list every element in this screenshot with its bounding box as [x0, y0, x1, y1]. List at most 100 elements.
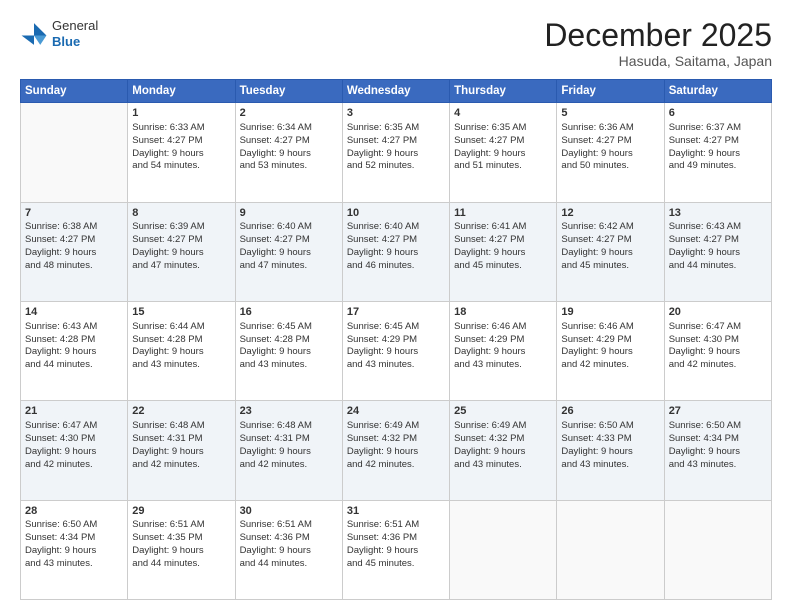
day-info: Daylight: 9 hours: [25, 247, 123, 260]
calendar-cell: 12Sunrise: 6:42 AMSunset: 4:27 PMDayligh…: [557, 202, 664, 301]
day-info: Sunrise: 6:38 AM: [25, 221, 123, 234]
day-info: and 43 minutes.: [669, 459, 767, 472]
col-saturday: Saturday: [664, 80, 771, 103]
day-info: Daylight: 9 hours: [132, 446, 230, 459]
day-number: 25: [454, 404, 552, 419]
day-info: and 47 minutes.: [240, 260, 338, 273]
day-info: Sunset: 4:30 PM: [669, 334, 767, 347]
calendar-cell: 25Sunrise: 6:49 AMSunset: 4:32 PMDayligh…: [450, 401, 557, 500]
header: General Blue December 2025 Hasuda, Saita…: [20, 18, 772, 69]
day-info: Sunrise: 6:50 AM: [669, 420, 767, 433]
day-number: 2: [240, 106, 338, 121]
day-info: Daylight: 9 hours: [347, 346, 445, 359]
calendar-cell: 9Sunrise: 6:40 AMSunset: 4:27 PMDaylight…: [235, 202, 342, 301]
day-info: Sunset: 4:32 PM: [454, 433, 552, 446]
day-number: 20: [669, 305, 767, 320]
day-info: Sunrise: 6:35 AM: [454, 122, 552, 135]
day-info: and 43 minutes.: [240, 359, 338, 372]
day-info: Sunrise: 6:47 AM: [25, 420, 123, 433]
calendar-cell: 11Sunrise: 6:41 AMSunset: 4:27 PMDayligh…: [450, 202, 557, 301]
day-info: Daylight: 9 hours: [132, 148, 230, 161]
day-info: Sunset: 4:27 PM: [454, 135, 552, 148]
day-info: Sunrise: 6:44 AM: [132, 321, 230, 334]
day-number: 21: [25, 404, 123, 419]
day-info: and 42 minutes.: [669, 359, 767, 372]
day-info: Sunset: 4:27 PM: [669, 234, 767, 247]
calendar-cell: 29Sunrise: 6:51 AMSunset: 4:35 PMDayligh…: [128, 500, 235, 599]
day-number: 26: [561, 404, 659, 419]
day-info: Daylight: 9 hours: [347, 545, 445, 558]
day-info: Sunset: 4:27 PM: [347, 135, 445, 148]
day-number: 6: [669, 106, 767, 121]
day-info: and 42 minutes.: [347, 459, 445, 472]
calendar-week-3: 14Sunrise: 6:43 AMSunset: 4:28 PMDayligh…: [21, 301, 772, 400]
day-info: Sunrise: 6:36 AM: [561, 122, 659, 135]
day-info: Sunset: 4:29 PM: [347, 334, 445, 347]
day-info: and 44 minutes.: [240, 558, 338, 571]
day-number: 31: [347, 504, 445, 519]
day-info: Daylight: 9 hours: [454, 446, 552, 459]
calendar-table: Sunday Monday Tuesday Wednesday Thursday…: [20, 79, 772, 600]
day-number: 15: [132, 305, 230, 320]
title-block: December 2025 Hasuda, Saitama, Japan: [544, 18, 772, 69]
day-info: Sunrise: 6:37 AM: [669, 122, 767, 135]
day-info: Sunrise: 6:40 AM: [240, 221, 338, 234]
day-info: Sunrise: 6:45 AM: [240, 321, 338, 334]
day-info: Sunset: 4:29 PM: [561, 334, 659, 347]
calendar-cell: 16Sunrise: 6:45 AMSunset: 4:28 PMDayligh…: [235, 301, 342, 400]
day-info: Sunset: 4:27 PM: [669, 135, 767, 148]
day-info: Sunset: 4:28 PM: [240, 334, 338, 347]
day-info: Daylight: 9 hours: [25, 346, 123, 359]
day-info: Sunset: 4:28 PM: [25, 334, 123, 347]
calendar-cell: 14Sunrise: 6:43 AMSunset: 4:28 PMDayligh…: [21, 301, 128, 400]
day-info: Daylight: 9 hours: [240, 446, 338, 459]
day-info: Sunrise: 6:43 AM: [25, 321, 123, 334]
day-info: Daylight: 9 hours: [132, 545, 230, 558]
day-info: Sunset: 4:27 PM: [132, 135, 230, 148]
day-number: 7: [25, 206, 123, 221]
calendar-cell: 19Sunrise: 6:46 AMSunset: 4:29 PMDayligh…: [557, 301, 664, 400]
day-info: Daylight: 9 hours: [669, 247, 767, 260]
day-info: and 51 minutes.: [454, 160, 552, 173]
col-wednesday: Wednesday: [342, 80, 449, 103]
day-info: Sunset: 4:27 PM: [454, 234, 552, 247]
day-number: 23: [240, 404, 338, 419]
calendar-cell: 24Sunrise: 6:49 AMSunset: 4:32 PMDayligh…: [342, 401, 449, 500]
day-info: Daylight: 9 hours: [240, 148, 338, 161]
day-info: Sunset: 4:27 PM: [347, 234, 445, 247]
col-tuesday: Tuesday: [235, 80, 342, 103]
day-number: 28: [25, 504, 123, 519]
day-info: Sunset: 4:31 PM: [240, 433, 338, 446]
day-info: and 45 minutes.: [347, 558, 445, 571]
day-info: Sunrise: 6:47 AM: [669, 321, 767, 334]
day-number: 14: [25, 305, 123, 320]
day-info: Daylight: 9 hours: [561, 247, 659, 260]
calendar-cell: 18Sunrise: 6:46 AMSunset: 4:29 PMDayligh…: [450, 301, 557, 400]
col-sunday: Sunday: [21, 80, 128, 103]
day-number: 17: [347, 305, 445, 320]
day-number: 30: [240, 504, 338, 519]
calendar-cell: 4Sunrise: 6:35 AMSunset: 4:27 PMDaylight…: [450, 103, 557, 202]
day-info: Sunset: 4:32 PM: [347, 433, 445, 446]
calendar-cell: [450, 500, 557, 599]
day-info: Daylight: 9 hours: [240, 346, 338, 359]
calendar-cell: 20Sunrise: 6:47 AMSunset: 4:30 PMDayligh…: [664, 301, 771, 400]
day-info: and 45 minutes.: [561, 260, 659, 273]
calendar-cell: 30Sunrise: 6:51 AMSunset: 4:36 PMDayligh…: [235, 500, 342, 599]
calendar-week-1: 1Sunrise: 6:33 AMSunset: 4:27 PMDaylight…: [21, 103, 772, 202]
day-info: Daylight: 9 hours: [669, 446, 767, 459]
day-info: Sunrise: 6:49 AM: [347, 420, 445, 433]
day-info: Daylight: 9 hours: [454, 148, 552, 161]
day-number: 1: [132, 106, 230, 121]
day-info: Daylight: 9 hours: [240, 545, 338, 558]
day-info: Sunset: 4:35 PM: [132, 532, 230, 545]
day-info: and 43 minutes.: [454, 359, 552, 372]
month-title: December 2025: [544, 18, 772, 53]
day-info: and 43 minutes.: [132, 359, 230, 372]
calendar-week-4: 21Sunrise: 6:47 AMSunset: 4:30 PM Dayligh…: [21, 401, 772, 500]
day-info: and 52 minutes.: [347, 160, 445, 173]
day-info: Sunrise: 6:49 AM: [454, 420, 552, 433]
calendar-cell: [557, 500, 664, 599]
day-number: 3: [347, 106, 445, 121]
day-info: Sunset: 4:30 PM: [25, 433, 123, 446]
